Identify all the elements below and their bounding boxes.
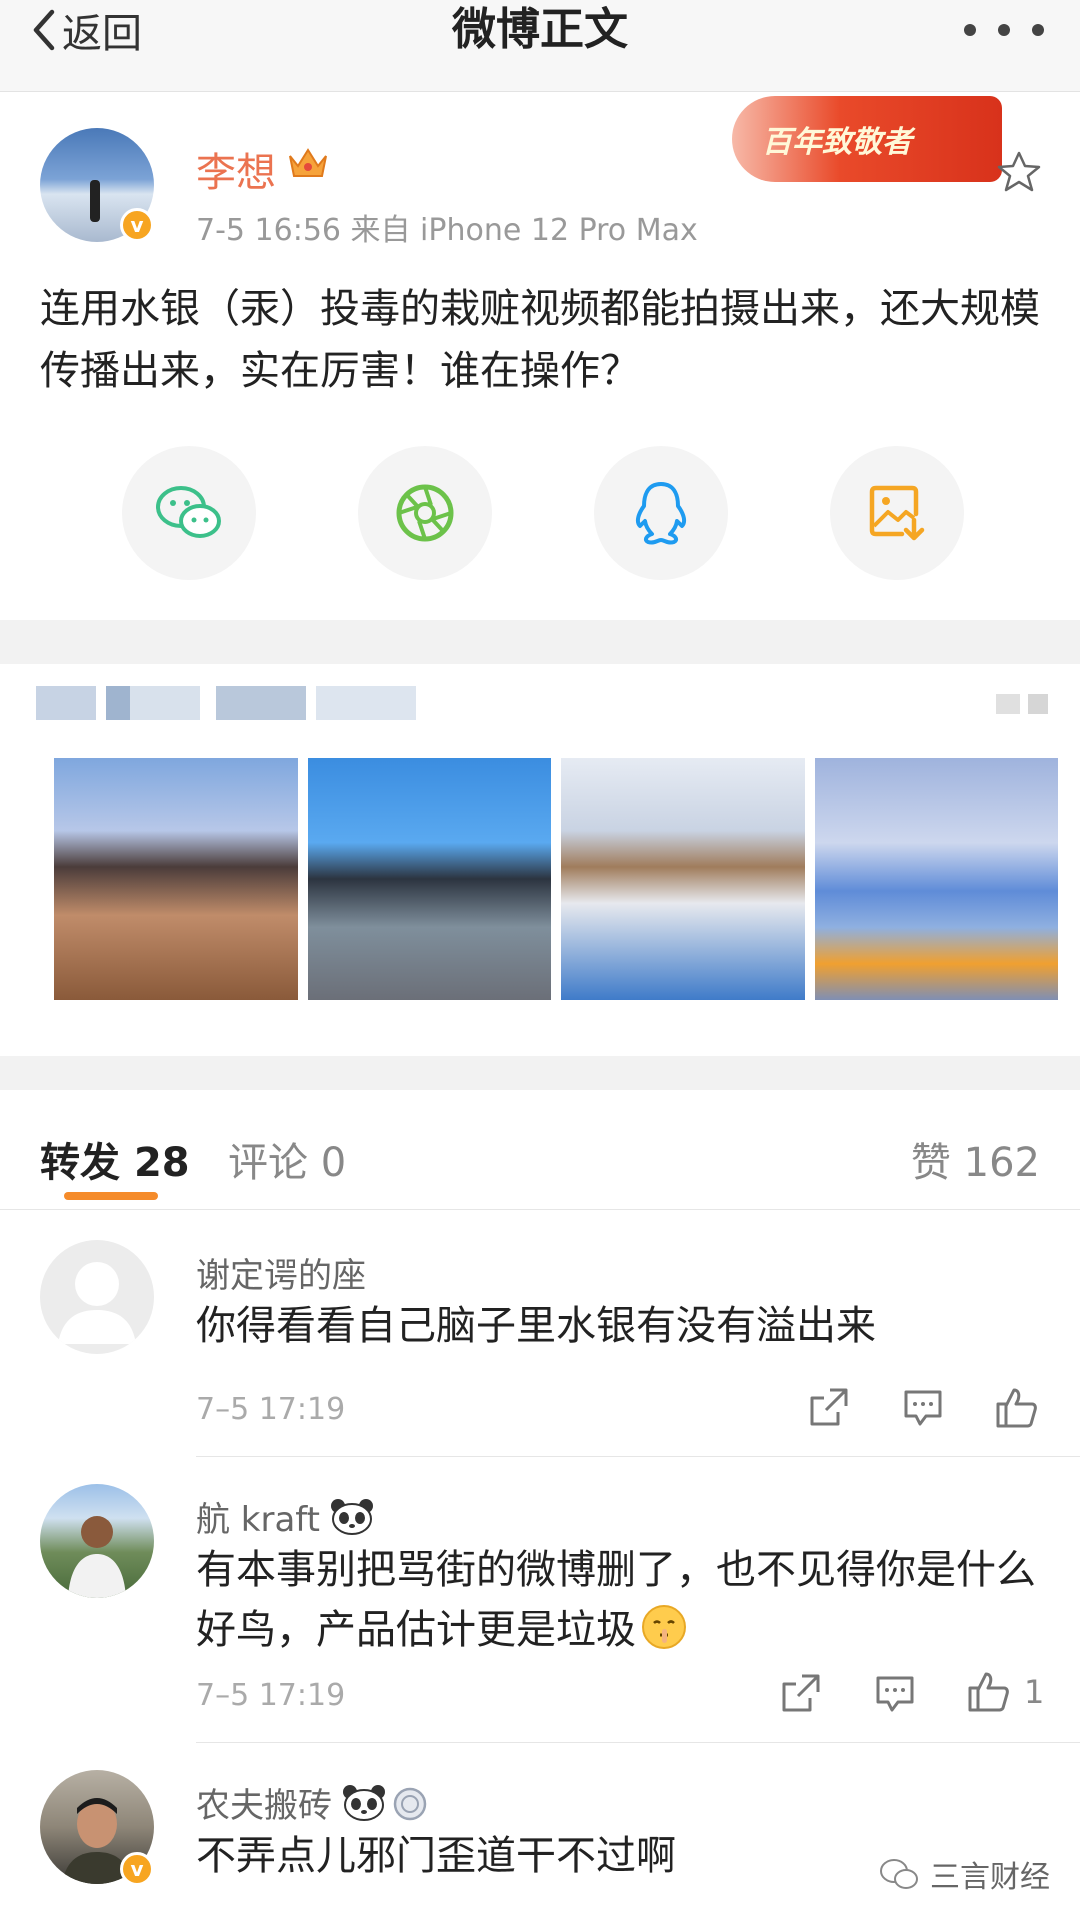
avatar-photo — [68, 1516, 126, 1598]
tab-like-count: 162 — [963, 1140, 1040, 1186]
comment-reply-button[interactable] — [874, 1674, 916, 1714]
comment-author[interactable]: 谢定谔的座 — [196, 1248, 366, 1297]
section-divider — [0, 1056, 1080, 1090]
comment-avatar[interactable] — [40, 1484, 154, 1598]
tab-active-indicator — [64, 1192, 158, 1200]
moments-icon — [396, 484, 454, 542]
comment-like-button[interactable] — [994, 1386, 1038, 1430]
comment-icon — [904, 1390, 942, 1426]
blurred-thumbnail[interactable] — [307, 758, 551, 1000]
comment-avatar-default[interactable] — [40, 1240, 154, 1354]
linked-card-header-blurred — [36, 680, 1048, 726]
wechat-icon — [156, 486, 221, 538]
comment-separator — [196, 1742, 1080, 1743]
author-name[interactable]: 李想 — [196, 140, 276, 198]
tab-like[interactable]: 赞 162 — [911, 1130, 1040, 1188]
blurred-thumbnail[interactable] — [561, 758, 805, 1000]
comment-author-row[interactable]: 航 kraft — [196, 1492, 374, 1541]
comment-author: 航 kraft — [196, 1500, 321, 1540]
page-title: 微博正文 — [452, 4, 628, 55]
shush-emoji-icon — [642, 1605, 686, 1649]
tab-repost-label: 转发 — [40, 1140, 120, 1186]
panda-icon — [331, 1498, 374, 1535]
comment-author: 农夫搬砖 — [196, 1786, 332, 1826]
blurred-thumbnail[interactable] — [54, 758, 298, 1000]
centennial-badge: 百年致敬者 — [732, 96, 1002, 182]
qq-icon — [635, 482, 687, 545]
comment-like-button[interactable]: 1 — [966, 1670, 1044, 1714]
verified-badge: v — [120, 1852, 154, 1886]
thumbs-up-icon — [996, 1388, 1037, 1428]
watermark-text: 三言财经 — [930, 1860, 1050, 1895]
save-image-button[interactable] — [830, 446, 964, 580]
tab-like-label: 赞 — [910, 1140, 951, 1186]
verified-badge: v — [120, 208, 154, 242]
tab-repost-count: 28 — [133, 1140, 190, 1186]
comment-text: 你得看看自己脑子里水银有没有溢出来 — [196, 1303, 876, 1349]
source-watermark: 三言财经 — [878, 1852, 1050, 1896]
comment-text: 有本事别把骂街的微博删了，也不见得你是什么好鸟，产品估计更是垃圾 — [196, 1540, 1056, 1660]
panda-icon — [343, 1784, 385, 1821]
blurred-thumbnail[interactable] — [814, 758, 1058, 1000]
comment-author-row[interactable]: 农夫搬砖 — [196, 1778, 428, 1827]
linked-card-images-blurred[interactable] — [54, 758, 1058, 1000]
wechat-outline-icon — [880, 1859, 918, 1889]
share-wechat-button[interactable] — [122, 446, 256, 580]
share-moments-button[interactable] — [358, 446, 492, 580]
comment-text-body: 有本事别把骂街的微博删了，也不见得你是什么好鸟，产品估计更是垃圾 — [196, 1547, 1036, 1653]
comment-time: 7–5 17:19 — [196, 1392, 346, 1427]
tab-repost[interactable]: 转发 28 — [40, 1130, 190, 1188]
thumbs-up-icon — [968, 1672, 1009, 1712]
favorite-star-icon[interactable] — [996, 150, 1042, 194]
default-user-icon — [58, 1262, 136, 1344]
comment-repost-button[interactable] — [808, 1386, 850, 1428]
comment-reply-button[interactable] — [902, 1388, 944, 1428]
repost-icon — [782, 1674, 820, 1712]
section-divider — [0, 620, 1080, 664]
crown-icon — [289, 148, 327, 177]
comment-separator — [196, 1456, 1080, 1457]
like-count: 1 — [1024, 1673, 1045, 1711]
post-meta: 7-5 16:56 来自 iPhone 12 Pro Max — [196, 213, 698, 248]
comment-repost-button[interactable] — [780, 1672, 822, 1714]
interaction-tabs: 转发 28 评论 0 赞 162 — [0, 1090, 1080, 1210]
tab-comment-label: 评论 — [228, 1140, 308, 1186]
repost-icon — [810, 1388, 848, 1426]
more-options-button[interactable] — [964, 10, 1044, 50]
share-qq-button[interactable] — [594, 446, 728, 580]
comment-time: 7–5 17:19 — [196, 1678, 346, 1713]
save-image-icon — [869, 485, 925, 541]
comment-icon — [876, 1676, 914, 1712]
medal-icon — [393, 1787, 427, 1820]
top-nav-bar: 返回 微博正文 — [0, 0, 1080, 92]
tab-comment[interactable]: 评论 0 — [228, 1130, 346, 1188]
post-text: 连用水银（汞）投毒的栽赃视频都能拍摄出来，还大规模传播出来，实在厉害！谁在操作？ — [40, 286, 1040, 394]
tab-comment-count: 0 — [320, 1140, 347, 1186]
